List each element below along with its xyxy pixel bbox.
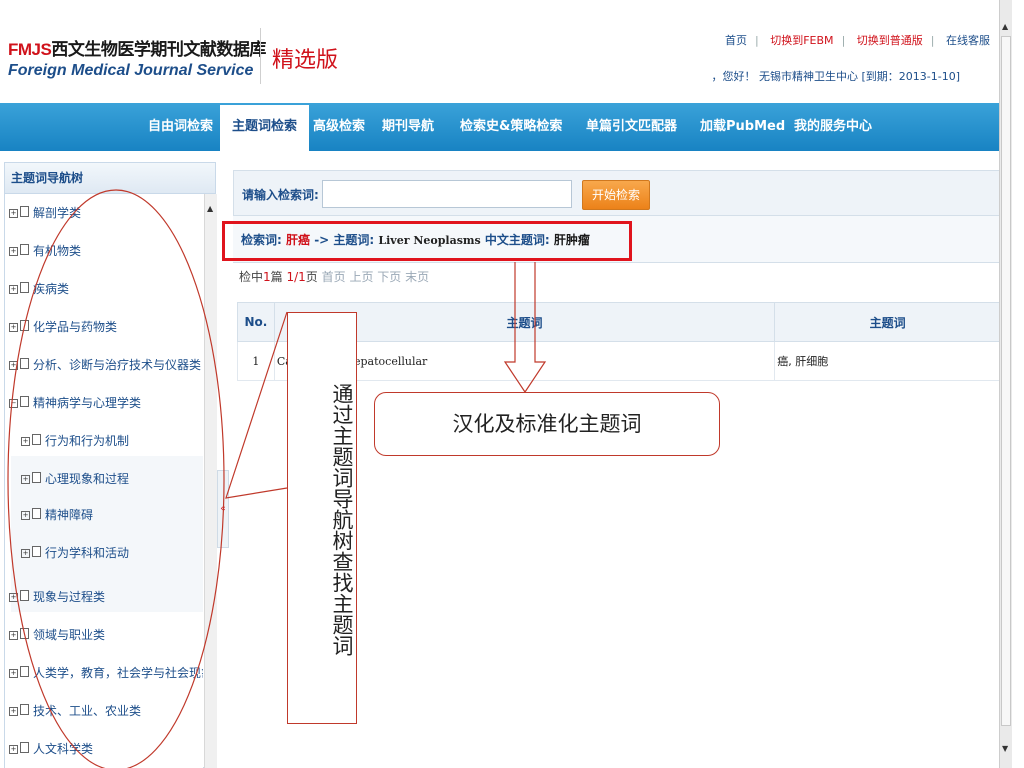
page-scrollbar[interactable]: ▲ ▼	[999, 0, 1012, 768]
sidebar-collapse-handle[interactable]: «	[217, 470, 229, 548]
start-search-button[interactable]: 开始检索	[582, 180, 650, 210]
nav-advanced-search[interactable]: 高级检索	[313, 103, 365, 151]
doc-icon	[20, 666, 29, 677]
doc-icon	[20, 282, 29, 293]
doc-icon	[20, 396, 29, 407]
search-input[interactable]	[322, 180, 572, 208]
tree-item[interactable]: + 解剖学类	[9, 204, 81, 222]
tree-callout-text: 通过主题词导航树查找主题词	[330, 382, 354, 656]
result-count: 1	[263, 270, 271, 284]
tree-scrollbar[interactable]: ▲	[204, 194, 217, 768]
expand-icon[interactable]: +	[9, 247, 18, 256]
logo-en-name: Foreign Medical Journal Service	[8, 62, 254, 79]
scroll-down-icon[interactable]: ▼	[1002, 744, 1008, 753]
doc-icon	[20, 590, 29, 601]
edition-label: 精选版	[272, 48, 339, 73]
subject-tree: + 解剖学类 + 有机物类 + 疾病类 + 化学品与药物类 + 分析、诊断与治疗技术与仪器…	[5, 194, 203, 768]
subject-tree-panel: 主题词导航树 + 解剖学类 + 有机物类 + 疾病类 + 化学品与药物类 + 分析、诊断与…	[4, 162, 217, 768]
tree-child-item[interactable]: + 心理现象和过程	[21, 470, 129, 488]
expand-icon[interactable]: +	[21, 437, 30, 446]
tree-item[interactable]: + 人文科学类	[9, 740, 93, 758]
search-panel: 请输入检索词: 开始检索	[233, 170, 1001, 216]
expand-icon[interactable]: +	[9, 361, 18, 370]
page-indicator: 1/1	[286, 270, 306, 284]
doc-icon	[20, 244, 29, 255]
doc-icon	[20, 628, 29, 639]
subject-tree-title: 主题词导航树	[5, 163, 215, 194]
home-link[interactable]: 首页	[725, 34, 747, 47]
logo[interactable]: FMJS西文生物医学期刊文献数据库	[8, 35, 266, 60]
main-nav: 自由词检索 主题词检索 高级检索 期刊导航 检索史&策略检索 单篇引文匹配器 加…	[0, 103, 1012, 151]
tree-child-item[interactable]: + 行为和行为机制	[21, 432, 129, 450]
expand-icon[interactable]: +	[21, 511, 30, 520]
nav-load-pubmed[interactable]: 加载PubMed	[700, 103, 785, 151]
expand-icon[interactable]: +	[9, 323, 18, 332]
tree-item[interactable]: + 分析、诊断与治疗技术与仪器类	[9, 356, 201, 374]
tree-item[interactable]: + 疾病类	[9, 280, 69, 298]
nav-journal-browse[interactable]: 期刊导航	[382, 103, 434, 151]
tree-callout: 通过主题词导航树查找主题词	[287, 312, 357, 724]
col-no: No.	[237, 302, 275, 342]
search-label: 请输入检索词:	[242, 188, 319, 202]
collapse-icon[interactable]: −	[9, 399, 18, 408]
tree-item[interactable]: +人类学，教育，社会学与社会现象类	[9, 664, 203, 682]
logo-divider	[260, 28, 261, 84]
online-service-link[interactable]: 在线客服	[946, 34, 990, 47]
tree-item[interactable]: − 精神病学与心理学类	[9, 394, 141, 412]
row-no: 1	[237, 341, 275, 381]
pager: 检中1篇 1/1页 首页 上页 下页 末页	[239, 270, 430, 284]
expand-icon[interactable]: +	[21, 549, 30, 558]
tree-item[interactable]: + 现象与过程类	[9, 588, 105, 606]
tree-item[interactable]: + 领域与职业类	[9, 626, 105, 644]
doc-icon	[20, 206, 29, 217]
doc-icon	[20, 704, 29, 715]
scroll-up-icon[interactable]: ▲	[1002, 22, 1008, 31]
doc-icon	[32, 434, 41, 445]
tree-item[interactable]: + 有机物类	[9, 242, 81, 260]
tree-item[interactable]: + 技术、工业、农业类	[9, 702, 141, 720]
expand-icon[interactable]: +	[9, 707, 18, 716]
top-links: 首页 | 切换到FEBM | 切换到普通版 | 在线客服	[725, 34, 990, 47]
doc-icon	[32, 472, 41, 483]
switch-febm-link[interactable]: 切换到FEBM	[770, 34, 833, 47]
page: FMJS西文生物医学期刊文献数据库 Foreign Medical Journa…	[0, 0, 1012, 768]
nav-subject-search[interactable]: 主题词检索	[220, 105, 310, 151]
header: FMJS西文生物医学期刊文献数据库 Foreign Medical Journa…	[0, 0, 1012, 100]
doc-icon	[32, 508, 41, 519]
col-subject-cn: 主题词	[774, 302, 1001, 342]
logo-brand: FMJS	[8, 40, 52, 59]
pager-links[interactable]: 首页 上页 下页 末页	[322, 270, 429, 284]
doc-icon	[20, 742, 29, 753]
expand-icon[interactable]: +	[9, 285, 18, 294]
standardize-callout: 汉化及标准化主题词	[374, 392, 720, 456]
doc-icon	[20, 358, 29, 369]
doc-icon	[32, 546, 41, 557]
nav-citation-matcher[interactable]: 单篇引文匹配器	[586, 103, 677, 151]
expand-icon[interactable]: +	[9, 209, 18, 218]
nav-search-history[interactable]: 检索史&策略检索	[460, 103, 562, 151]
expand-icon[interactable]: +	[9, 745, 18, 754]
standardize-callout-text: 汉化及标准化主题词	[452, 412, 642, 436]
tree-child-item[interactable]: + 行为学科和活动	[21, 544, 129, 562]
tree-item[interactable]: + 化学品与药物类	[9, 318, 117, 336]
user-info: ，您好！ 无锡市精神卫生中心 [到期：2013-1-10]	[711, 70, 960, 83]
doc-icon	[20, 320, 29, 331]
nav-my-service[interactable]: 我的服务中心	[794, 103, 872, 151]
expand-icon[interactable]: +	[9, 669, 18, 678]
highlight-box	[222, 221, 632, 261]
expand-icon[interactable]: +	[9, 631, 18, 640]
scroll-up-icon[interactable]: ▲	[207, 204, 213, 213]
switch-normal-link[interactable]: 切换到普通版	[857, 34, 923, 47]
nav-free-search[interactable]: 自由词检索	[148, 103, 213, 151]
logo-cn-name: 西文生物医学期刊文献数据库	[51, 40, 266, 59]
row-subject-cn: 癌, 肝细胞	[774, 341, 1001, 381]
scrollbar-thumb[interactable]	[1001, 36, 1011, 726]
tree-child-item[interactable]: + 精神障碍	[21, 506, 93, 524]
expand-icon[interactable]: +	[21, 475, 30, 484]
expand-icon[interactable]: +	[9, 593, 18, 602]
